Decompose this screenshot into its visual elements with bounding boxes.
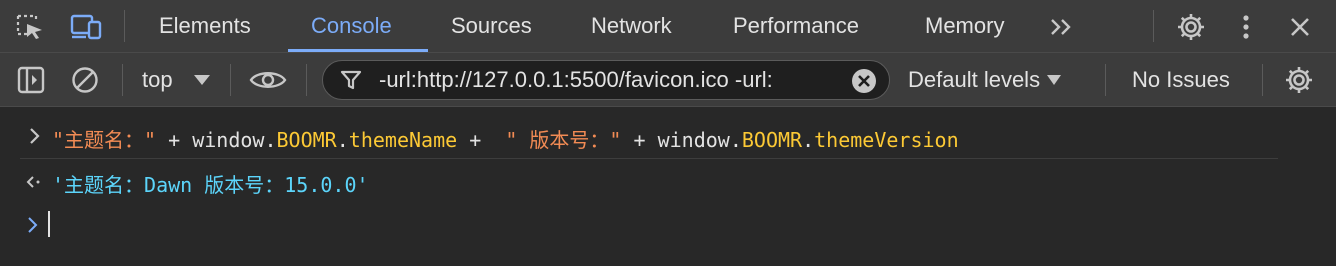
tab-network[interactable]: Network — [591, 0, 672, 52]
more-tabs-chevron-icon[interactable] — [1045, 12, 1079, 42]
toolbar-divider — [122, 64, 123, 96]
filter-funnel-icon — [339, 69, 363, 91]
code-token: + window. — [621, 128, 742, 152]
sidebar-toggle-icon[interactable] — [14, 64, 48, 96]
log-levels-label: Default levels — [908, 67, 1041, 92]
device-toolbar-icon[interactable] — [68, 12, 104, 42]
dropdown-arrow-icon — [1046, 74, 1062, 86]
string-token: "主题名：" — [52, 128, 157, 152]
toolbar-divider — [124, 10, 125, 42]
inspect-element-icon[interactable] — [14, 12, 46, 42]
tab-performance[interactable]: Performance — [733, 0, 859, 52]
clear-filter-icon[interactable] — [851, 68, 877, 94]
settings-gear-icon[interactable] — [1174, 10, 1208, 44]
console-prompt-caret[interactable] — [48, 211, 50, 237]
toolbar-divider — [1105, 64, 1106, 96]
string-token: " 版本号：" — [493, 128, 622, 152]
context-selector[interactable]: top — [142, 53, 211, 107]
more-options-icon[interactable] — [1234, 10, 1258, 44]
property-token: themeVersion — [814, 128, 959, 152]
console-settings-gear-icon[interactable] — [1282, 63, 1316, 97]
issues-button[interactable]: No Issues — [1132, 53, 1230, 107]
property-token: themeName — [348, 128, 458, 152]
toolbar-divider — [306, 64, 307, 96]
code-token: . — [336, 128, 349, 152]
console-output[interactable]: "主题名：" + window.BOOMR.themeName + " 版本号：… — [0, 107, 1336, 266]
row-divider — [20, 158, 1278, 159]
prompt-chevron-icon — [24, 214, 42, 236]
console-result-value[interactable]: '主题名：Dawn 版本号：15.0.0' — [52, 169, 369, 198]
input-chevron-icon — [26, 125, 44, 147]
filter-input[interactable]: -url:http://127.0.0.1:5500/favicon.ico -… — [322, 60, 890, 100]
code-token: + window. — [156, 128, 277, 152]
active-tab-indicator — [288, 49, 428, 52]
dropdown-arrow-icon — [193, 74, 211, 86]
tab-console[interactable]: Console — [311, 0, 392, 52]
devtools-tab-bar: Elements Console Sources Network Perform… — [0, 0, 1336, 53]
console-input-line[interactable]: "主题名：" + window.BOOMR.themeName + " 版本号：… — [52, 124, 959, 153]
code-token: + — [457, 128, 494, 152]
tab-memory[interactable]: Memory — [925, 0, 1004, 52]
clear-console-icon[interactable] — [68, 64, 102, 96]
toolbar-divider — [230, 64, 231, 96]
live-expression-eye-icon[interactable] — [248, 64, 288, 96]
code-token: . — [802, 128, 815, 152]
result-arrow-icon — [24, 171, 44, 193]
object-token: BOOMR — [741, 128, 803, 152]
tab-sources[interactable]: Sources — [451, 0, 532, 52]
tab-elements[interactable]: Elements — [159, 0, 251, 52]
context-label: top — [142, 67, 173, 92]
filter-text: -url:http://127.0.0.1:5500/favicon.ico -… — [379, 67, 773, 92]
toolbar-divider — [1262, 64, 1263, 96]
close-icon[interactable] — [1284, 12, 1316, 42]
toolbar-divider — [1153, 10, 1154, 42]
log-levels-dropdown[interactable]: Default levels — [908, 53, 1062, 107]
object-token: BOOMR — [276, 128, 337, 152]
